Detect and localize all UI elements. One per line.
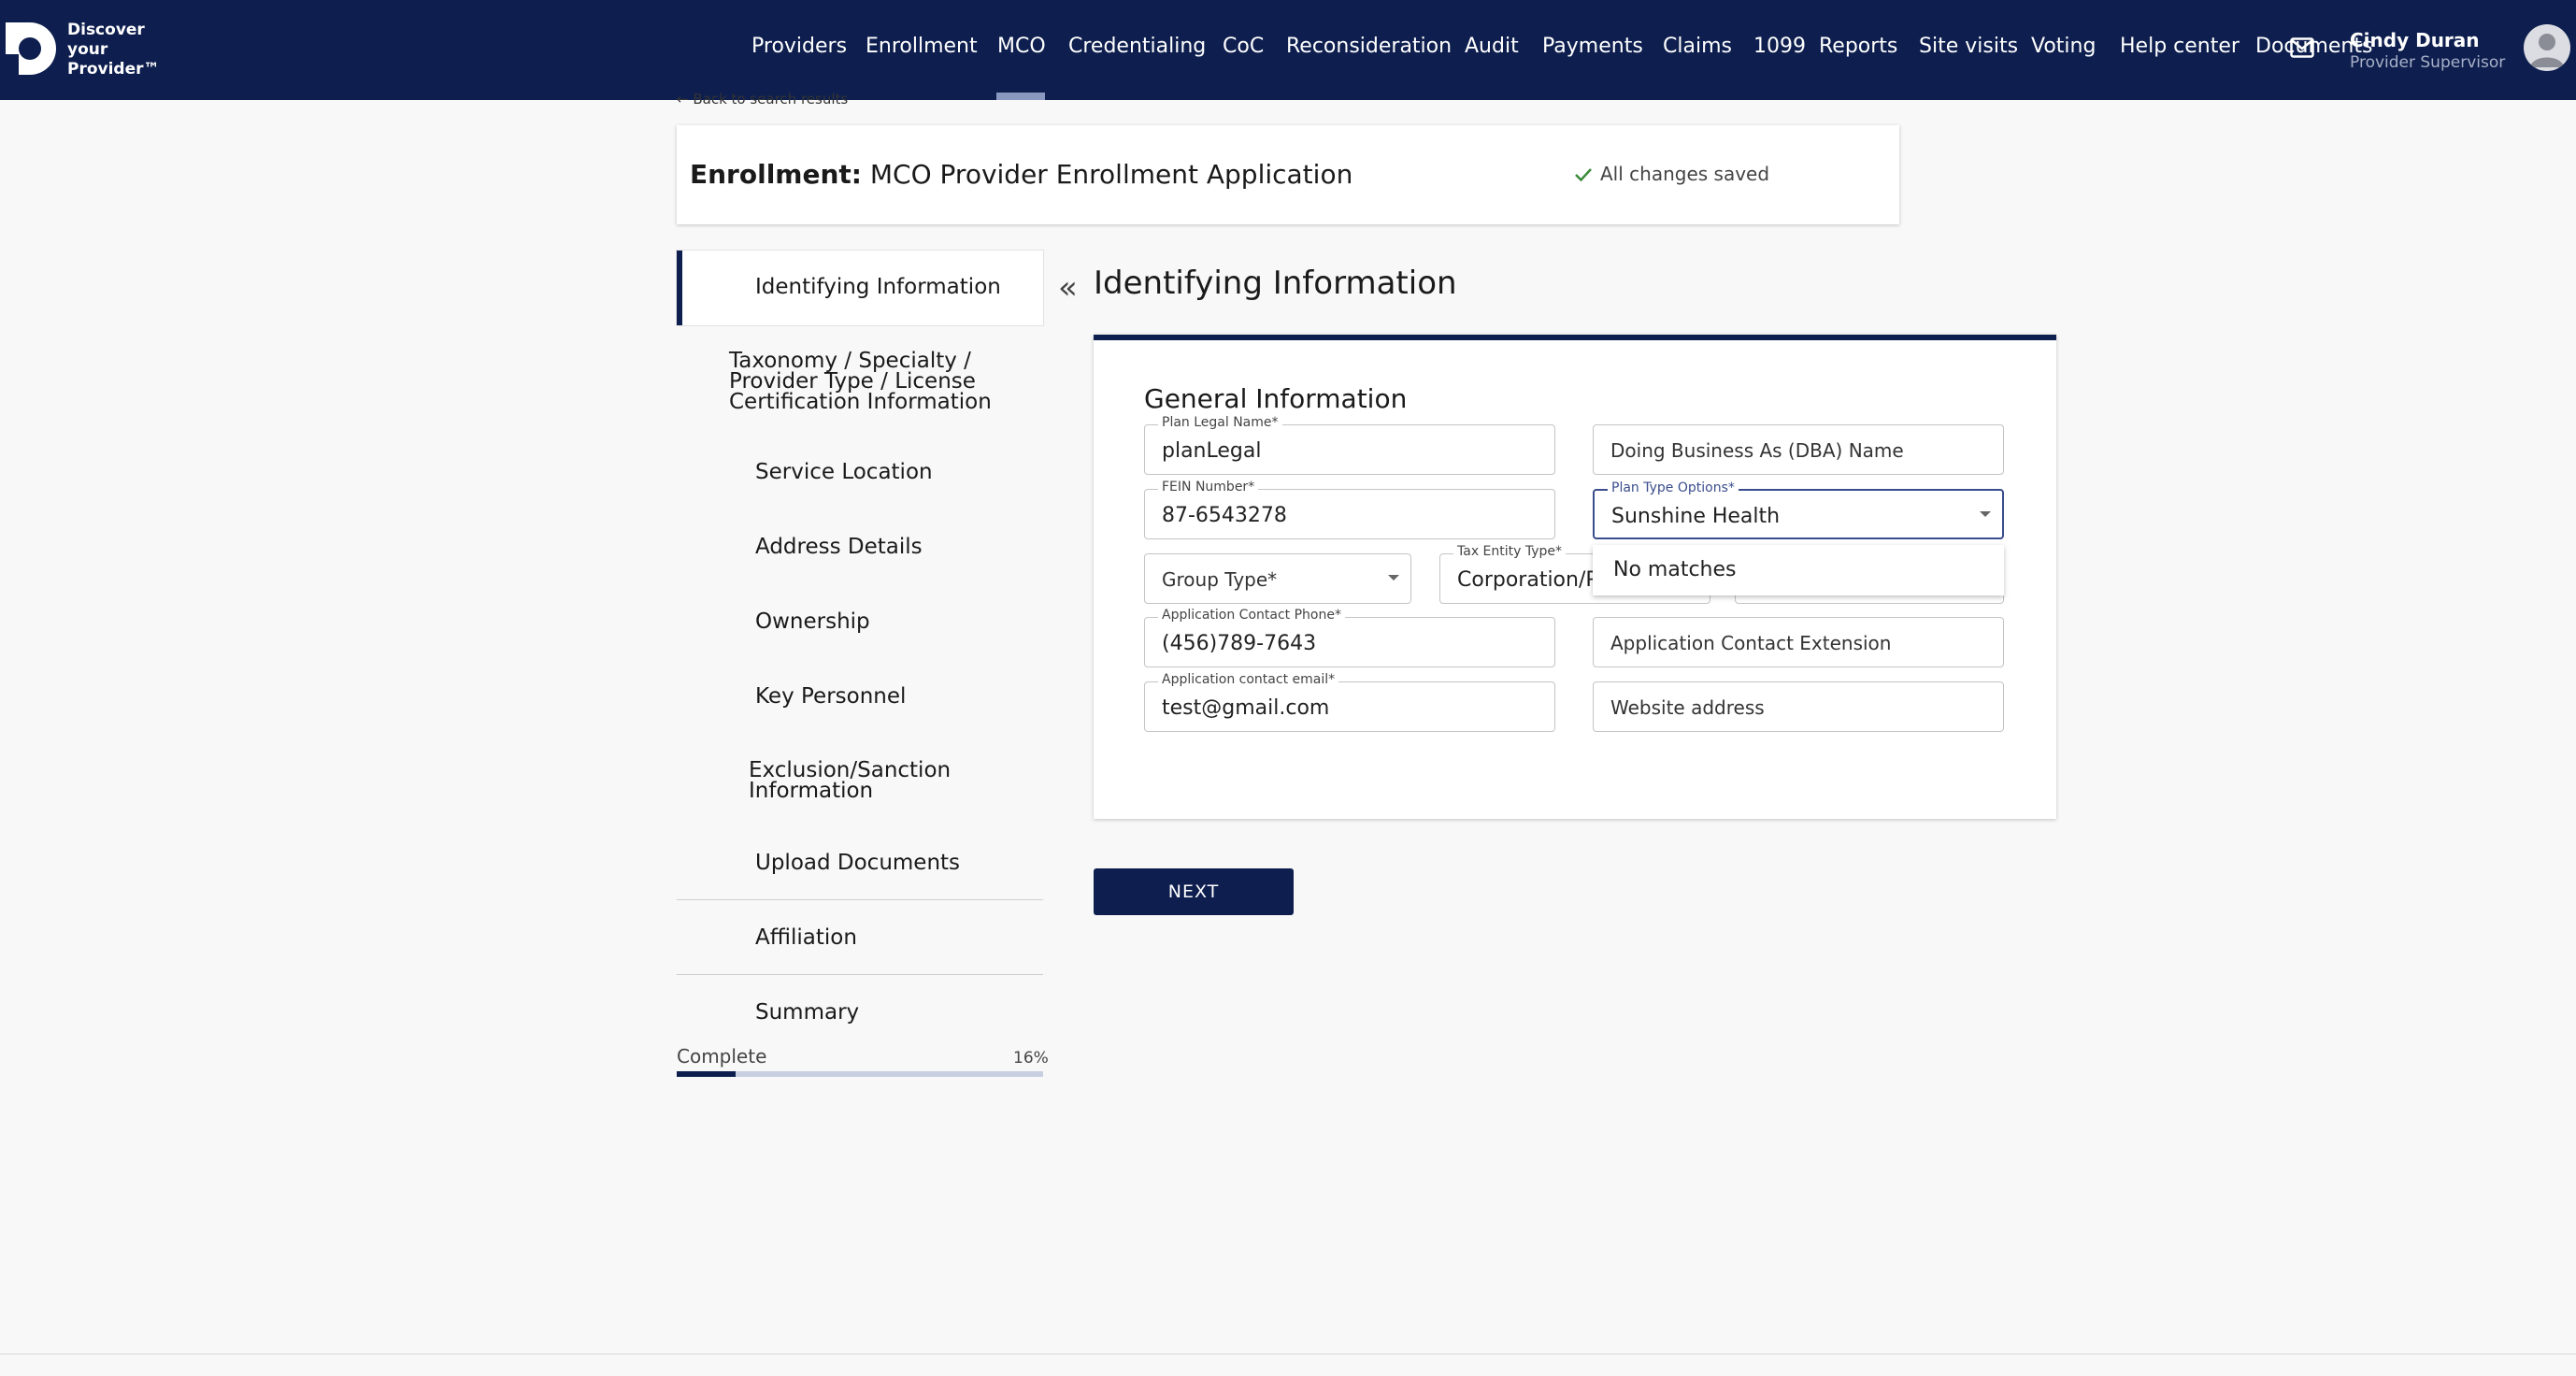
- user-role: Provider Supervisor: [2350, 53, 2506, 72]
- brand-logo-icon[interactable]: [2, 19, 58, 77]
- chevron-down-icon[interactable]: [1388, 575, 1399, 580]
- nav-voting[interactable]: Voting: [2031, 35, 2096, 58]
- plan-type-dropdown: No matches: [1593, 545, 2004, 595]
- save-status-text: All changes saved: [1600, 163, 1770, 185]
- nav-1099[interactable]: 1099: [1753, 35, 1806, 58]
- progress-percent: 16%: [1013, 1049, 1049, 1068]
- general-information-title: General Information: [1144, 383, 1408, 414]
- contact-email-label: Application contact email*: [1158, 672, 1339, 687]
- user-name[interactable]: Cindy Duran: [2350, 29, 2480, 51]
- contact-phone-field[interactable]: Application Contact Phone* (456)789-7643: [1144, 608, 1555, 667]
- collapse-sidebar-icon[interactable]: «: [1058, 269, 1078, 307]
- brand-wordmark[interactable]: Discover your Provider™: [67, 21, 160, 79]
- nav-site-visits[interactable]: Site visits: [1919, 35, 2018, 58]
- nav-coc[interactable]: CoC: [1223, 35, 1264, 58]
- website-address-placeholder: Website address: [1610, 696, 1765, 719]
- contact-extension-field[interactable]: Application Contact Extension: [1593, 617, 2004, 667]
- sidebar-taxonomy-line-3: Certification Information: [729, 390, 992, 414]
- nav-mco[interactable]: MCO: [997, 35, 1046, 58]
- sidebar-item-identifying-information[interactable]: Identifying Information: [755, 277, 1001, 298]
- contact-extension-placeholder: Application Contact Extension: [1610, 632, 1892, 654]
- heading-title: MCO Provider Enrollment Application: [869, 159, 1353, 190]
- tax-entity-type-label: Tax Entity Type*: [1453, 544, 1567, 559]
- nav-providers[interactable]: Providers: [751, 35, 847, 58]
- dropdown-no-matches: No matches: [1613, 558, 1737, 581]
- brand-line-1: Discover: [67, 21, 145, 39]
- sidebar-item-key-personnel[interactable]: Key Personnel: [755, 686, 906, 708]
- website-address-field[interactable]: Website address: [1593, 681, 2004, 732]
- sidebar-item-summary[interactable]: Summary: [755, 1002, 859, 1024]
- group-type-placeholder: Group Type*: [1162, 568, 1278, 591]
- plan-type-select[interactable]: Plan Type Options* Sunshine Health: [1593, 480, 2004, 539]
- user-avatar-icon: [2530, 34, 2564, 67]
- nav-help-center[interactable]: Help center: [2120, 35, 2240, 58]
- next-button[interactable]: NEXT: [1094, 868, 1294, 915]
- progress-bar-fill: [677, 1071, 736, 1077]
- page-heading: Enrollment: MCO Provider Enrollment Appl…: [690, 159, 1352, 190]
- dba-name-field[interactable]: Doing Business As (DBA) Name: [1593, 424, 2004, 475]
- chevron-down-icon[interactable]: [1980, 511, 1991, 517]
- sidebar-item-address-details[interactable]: Address Details: [755, 537, 923, 558]
- avatar[interactable]: [2524, 24, 2570, 71]
- contact-phone-value: (456)789-7643: [1162, 632, 1317, 655]
- brand-line-2: your: [67, 40, 108, 59]
- sidebar-item-upload-documents[interactable]: Upload Documents: [755, 853, 960, 874]
- mail-icon[interactable]: [2290, 37, 2314, 58]
- brand-line-3: Provider™: [67, 60, 160, 79]
- progress-bar: [677, 1071, 1043, 1077]
- sidebar-exclusion-line-2: Information: [749, 779, 874, 803]
- section-heading: Identifying Information: [1094, 265, 1457, 302]
- back-to-search-link[interactable]: ← Back to search results: [677, 91, 848, 108]
- progress-label: Complete: [677, 1045, 767, 1068]
- dba-name-placeholder: Doing Business As (DBA) Name: [1610, 439, 1904, 462]
- plan-legal-name-field[interactable]: Plan Legal Name* planLegal: [1144, 415, 1555, 475]
- nav-audit[interactable]: Audit: [1465, 35, 1519, 58]
- sidebar-item-taxonomy[interactable]: Taxonomy / Specialty / Provider Type / L…: [729, 349, 992, 414]
- sidebar-item-service-location[interactable]: Service Location: [755, 462, 933, 483]
- checkmark-icon: [1575, 168, 1592, 182]
- nav-reconsideration[interactable]: Reconsideration: [1286, 35, 1452, 58]
- nav-payments[interactable]: Payments: [1542, 35, 1643, 58]
- nav-enrollment[interactable]: Enrollment: [866, 35, 978, 58]
- sidebar-item-ownership[interactable]: Ownership: [755, 611, 870, 633]
- application-header-card: Enrollment: MCO Provider Enrollment Appl…: [677, 125, 1899, 224]
- contact-email-field[interactable]: Application contact email* test@gmail.co…: [1144, 672, 1555, 732]
- nav-credentialing[interactable]: Credentialing: [1068, 35, 1206, 58]
- fein-number-field[interactable]: FEIN Number* 87-6543278: [1144, 480, 1555, 539]
- sidebar-exclusion-line-1: Exclusion/Sanction: [749, 758, 952, 782]
- sidebar-divider: [677, 899, 1043, 900]
- heading-prefix: Enrollment:: [690, 159, 862, 190]
- group-type-select[interactable]: Group Type*: [1144, 553, 1411, 604]
- fein-number-value: 87-6543278: [1162, 504, 1287, 527]
- save-status: All changes saved: [1574, 163, 1769, 185]
- sidebar-divider: [677, 974, 1043, 975]
- sidebar-item-affiliation[interactable]: Affiliation: [755, 927, 857, 949]
- plan-legal-name-label: Plan Legal Name*: [1158, 415, 1282, 430]
- plan-type-label: Plan Type Options*: [1608, 480, 1739, 495]
- contact-email-value: test@gmail.com: [1162, 696, 1330, 720]
- contact-phone-label: Application Contact Phone*: [1158, 608, 1345, 623]
- plan-type-value: Sunshine Health: [1611, 505, 1781, 528]
- sidebar-item-exclusion-sanction[interactable]: Exclusion/Sanction Information: [749, 758, 952, 803]
- sidebar-taxonomy-line-1: Taxonomy / Specialty /: [729, 349, 971, 373]
- nav-active-indicator: [996, 93, 1045, 100]
- nav-claims[interactable]: Claims: [1663, 35, 1732, 58]
- nav-reports[interactable]: Reports: [1819, 35, 1897, 58]
- tax-entity-type-value: Corporation/P: [1457, 568, 1598, 592]
- plan-legal-name-value: planLegal: [1162, 439, 1262, 463]
- fein-number-label: FEIN Number*: [1158, 480, 1259, 494]
- sidebar-taxonomy-line-2: Provider Type / License: [729, 369, 976, 394]
